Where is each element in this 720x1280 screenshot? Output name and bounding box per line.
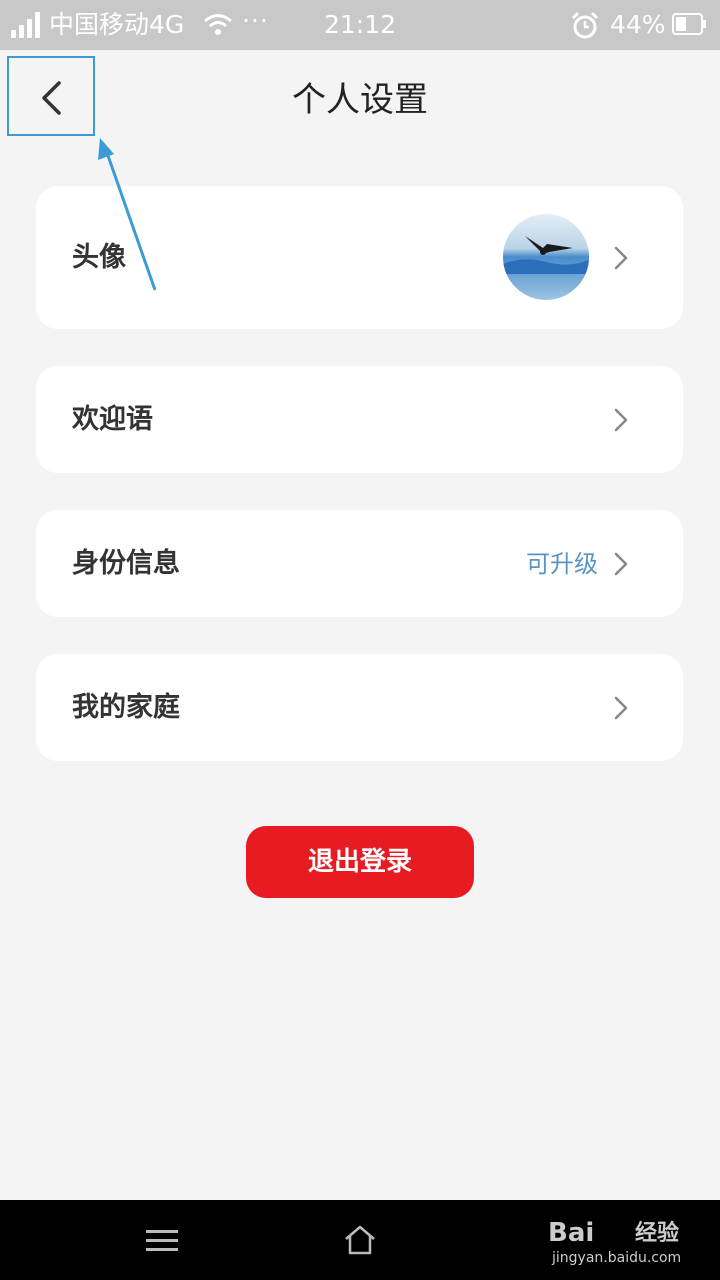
battery-percent: 44%	[610, 10, 666, 39]
signal-icon	[11, 12, 45, 38]
row-label: 身份信息	[72, 548, 180, 579]
watermark-url: jingyan.baidu.com	[552, 1250, 682, 1266]
battery-fill	[676, 17, 687, 31]
battery-icon	[672, 13, 706, 35]
watermark-brand-cn: 经验	[635, 1221, 680, 1246]
home-icon[interactable]	[343, 1224, 377, 1256]
row-label: 我的家庭	[72, 692, 180, 723]
alarm-icon	[571, 11, 599, 39]
logout-button[interactable]: 退出登录	[246, 826, 474, 898]
more-indicator: ···	[242, 6, 269, 35]
settings-row-family[interactable]: 我的家庭	[36, 654, 683, 761]
row-label: 头像	[72, 242, 126, 273]
settings-row-identity[interactable]: 身份信息 可升级	[36, 510, 683, 617]
settings-row-avatar[interactable]: 头像	[36, 186, 683, 329]
chevron-right-icon	[614, 246, 628, 270]
eagle-avatar	[503, 214, 589, 300]
upgrade-hint: 可升级	[526, 550, 598, 578]
navigation-bar: Bai 经验 jingyan.baidu.com	[0, 1200, 720, 1280]
settings-row-welcome[interactable]: 欢迎语	[36, 366, 683, 473]
chevron-right-icon	[614, 552, 628, 576]
chevron-right-icon	[614, 408, 628, 432]
menu-icon[interactable]	[146, 1230, 178, 1254]
row-label: 欢迎语	[72, 404, 153, 435]
status-bar: 中国移动4G ··· 21:12 44%	[0, 0, 720, 50]
page-title: 个人设置	[292, 80, 428, 120]
carrier-name: 中国移动4G	[49, 10, 185, 39]
chevron-right-icon	[614, 696, 628, 720]
wifi-icon	[204, 14, 232, 35]
watermark-brand: Bai	[548, 1218, 595, 1248]
clock: 21:12	[324, 10, 397, 39]
